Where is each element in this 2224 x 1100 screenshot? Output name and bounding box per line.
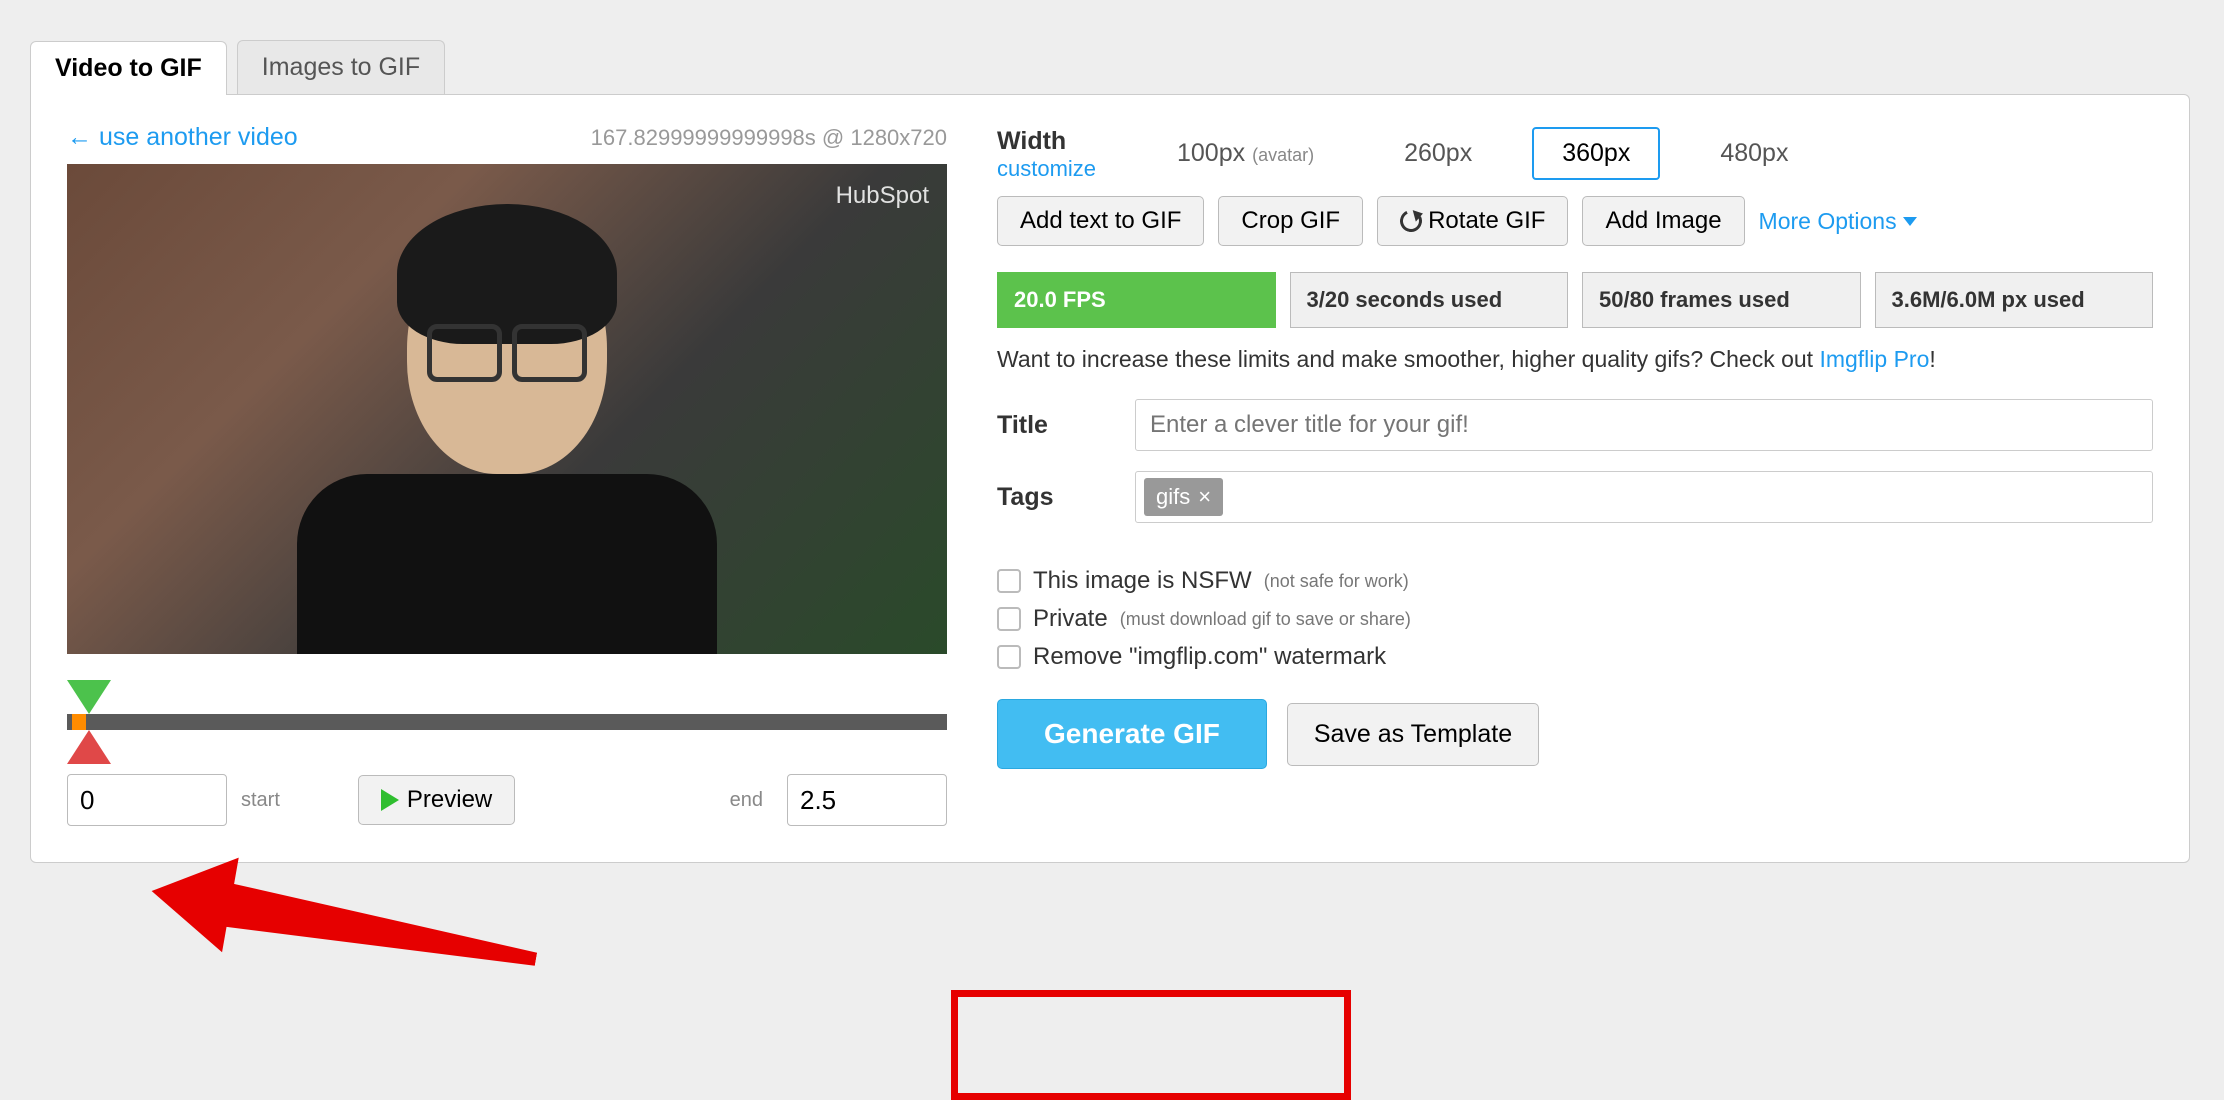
width-option-360[interactable]: 360px xyxy=(1532,127,1660,180)
tab-bar: Video to GIF Images to GIF xyxy=(30,40,2194,94)
main-panel: ← use another video 167.82999999999998s … xyxy=(30,94,2190,863)
right-column: Width customize 100px (avatar) 260px 360… xyxy=(997,123,2153,826)
tab-video-to-gif[interactable]: Video to GIF xyxy=(30,41,227,95)
stats-row: 20.0 FPS 3/20 seconds used 50/80 frames … xyxy=(997,272,2153,328)
nsfw-note: (not safe for work) xyxy=(1264,571,1409,592)
crop-gif-button[interactable]: Crop GIF xyxy=(1218,196,1363,246)
play-icon xyxy=(381,789,399,811)
chevron-down-icon xyxy=(1903,217,1917,226)
limits-prefix: Want to increase these limits and make s… xyxy=(997,346,1819,372)
tag-remove-icon[interactable]: × xyxy=(1198,484,1211,510)
remove-watermark-checkbox[interactable] xyxy=(997,645,1021,669)
private-label: Private xyxy=(1033,605,1108,633)
timeline-track[interactable] xyxy=(67,714,947,730)
rotate-gif-button-label: Rotate GIF xyxy=(1428,207,1545,235)
more-options-label: More Options xyxy=(1759,208,1897,235)
video-watermark: HubSpot xyxy=(836,182,929,210)
private-checkbox[interactable] xyxy=(997,607,1021,631)
width-option-100-label: 100px xyxy=(1177,139,1245,167)
title-row: Title xyxy=(997,399,2153,451)
remove-watermark-row: Remove "imgflip.com" watermark xyxy=(997,643,2153,671)
end-time-input[interactable] xyxy=(787,774,947,826)
left-column: ← use another video 167.82999999999998s … xyxy=(67,123,947,826)
tab-images-to-gif[interactable]: Images to GIF xyxy=(237,40,445,94)
width-customize-link[interactable]: customize xyxy=(997,156,1117,182)
limits-text: Want to increase these limits and make s… xyxy=(997,346,2153,373)
stat-seconds: 3/20 seconds used xyxy=(1290,272,1569,328)
preview-button[interactable]: Preview xyxy=(358,775,515,825)
remove-watermark-label: Remove "imgflip.com" watermark xyxy=(1033,643,1386,671)
save-as-template-button[interactable]: Save as Template xyxy=(1287,703,1539,766)
add-text-button[interactable]: Add text to GIF xyxy=(997,196,1204,246)
stat-fps: 20.0 FPS xyxy=(997,272,1276,328)
tag-chip-label: gifs xyxy=(1156,484,1190,510)
timeline-end-handle-icon[interactable] xyxy=(67,730,111,764)
limits-suffix: ! xyxy=(1929,346,1935,372)
start-label: start xyxy=(241,789,280,812)
width-option-100-note: (avatar) xyxy=(1252,145,1314,165)
timeline[interactable] xyxy=(67,674,947,774)
title-label: Title xyxy=(997,411,1117,440)
imgflip-pro-link[interactable]: Imgflip Pro xyxy=(1819,346,1929,372)
tags-input[interactable]: gifs × xyxy=(1135,471,2153,523)
action-row: Generate GIF Save as Template xyxy=(997,699,2153,769)
start-time-input[interactable] xyxy=(67,774,227,826)
width-option-260[interactable]: 260px xyxy=(1374,127,1502,180)
generate-gif-button[interactable]: Generate GIF xyxy=(997,699,1267,769)
tag-chip-gifs[interactable]: gifs × xyxy=(1144,478,1223,516)
width-option-100[interactable]: 100px (avatar) xyxy=(1147,127,1344,180)
timeline-start-handle-icon[interactable] xyxy=(67,680,111,714)
width-option-480[interactable]: 480px xyxy=(1690,127,1818,180)
width-label-block: Width customize xyxy=(997,127,1117,182)
timeline-playhead-icon[interactable] xyxy=(72,714,86,730)
title-input[interactable] xyxy=(1135,399,2153,451)
stat-frames: 50/80 frames used xyxy=(1582,272,1861,328)
rotate-gif-button[interactable]: Rotate GIF xyxy=(1377,196,1568,246)
private-note: (must download gif to save or share) xyxy=(1120,609,1411,630)
nsfw-label: This image is NSFW xyxy=(1033,567,1252,595)
rotate-icon xyxy=(1397,207,1425,235)
stat-px: 3.6M/6.0M px used xyxy=(1875,272,2154,328)
tool-buttons-row: Add text to GIF Crop GIF Rotate GIF Add … xyxy=(997,196,2153,246)
more-options-link[interactable]: More Options xyxy=(1759,208,1917,235)
video-person-silhouette xyxy=(317,214,697,654)
private-row: Private (must download gif to save or sh… xyxy=(997,605,2153,633)
end-label: end xyxy=(730,789,763,812)
add-image-button[interactable]: Add Image xyxy=(1582,196,1744,246)
use-another-video-link[interactable]: ← use another video xyxy=(67,123,298,152)
time-controls: start Preview end xyxy=(67,774,947,826)
width-label: Width xyxy=(997,127,1117,156)
annotation-red-box xyxy=(951,990,1351,1100)
video-preview[interactable]: HubSpot xyxy=(67,164,947,654)
annotation-red-arrow-icon xyxy=(151,850,531,950)
tags-label: Tags xyxy=(997,483,1117,512)
nsfw-row: This image is NSFW (not safe for work) xyxy=(997,567,2153,595)
video-meta-text: 167.82999999999998s @ 1280x720 xyxy=(591,125,947,151)
preview-button-label: Preview xyxy=(407,786,492,814)
nsfw-checkbox[interactable] xyxy=(997,569,1021,593)
tags-row: Tags gifs × xyxy=(997,471,2153,523)
